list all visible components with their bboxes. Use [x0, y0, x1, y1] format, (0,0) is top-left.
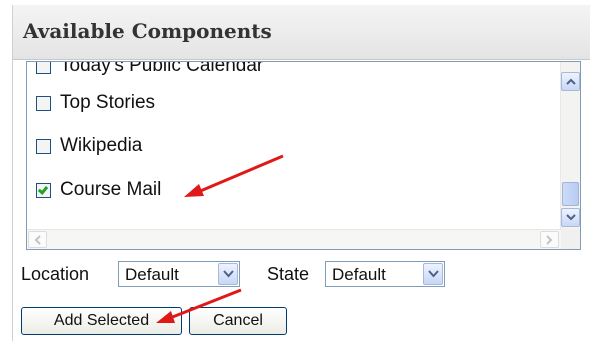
available-components-panel: Available Components Today's Public Cale…: [12, 5, 590, 341]
state-select[interactable]: Default: [325, 261, 445, 287]
list-item-label: Wikipedia: [60, 135, 143, 156]
checkbox[interactable]: [36, 183, 51, 198]
chevron-up-icon: [566, 78, 576, 85]
scroll-thumb[interactable]: [562, 182, 579, 206]
scroll-up-button[interactable]: [561, 72, 580, 91]
components-listbox[interactable]: Today's Public Calendar Top Stories Wiki…: [26, 61, 581, 250]
list-item-label: Today's Public Calendar: [60, 62, 264, 76]
location-select[interactable]: Default: [118, 261, 240, 287]
top-edge: [0, 0, 595, 4]
check-icon: [37, 184, 49, 195]
checkbox[interactable]: [36, 96, 51, 111]
vertical-scrollbar[interactable]: [560, 62, 580, 229]
horizontal-scrollbar[interactable]: [27, 229, 561, 249]
list-item[interactable]: Today's Public Calendar: [27, 62, 561, 89]
location-label: Location: [21, 264, 90, 284]
chevron-right-icon: [546, 235, 553, 245]
cancel-button[interactable]: Cancel: [189, 307, 287, 335]
scroll-right-button[interactable]: [540, 231, 559, 248]
scroll-down-button[interactable]: [561, 208, 580, 227]
chevron-left-icon: [34, 235, 41, 245]
list-item[interactable]: Wikipedia: [27, 129, 561, 169]
add-selected-button[interactable]: Add Selected: [21, 307, 182, 335]
list-item-label: Top Stories: [60, 92, 156, 113]
controls-row: Location Default State Default: [21, 261, 581, 287]
panel-title: Available Components: [23, 19, 272, 43]
scroll-corner: [561, 229, 580, 249]
list-item[interactable]: Top Stories: [27, 86, 561, 126]
list-item[interactable]: Course Mail: [27, 173, 561, 213]
state-dropdown-button[interactable]: [423, 263, 443, 285]
list-viewport: Today's Public Calendar Top Stories Wiki…: [27, 62, 561, 229]
scroll-left-button[interactable]: [28, 231, 47, 248]
chevron-down-icon: [566, 214, 576, 221]
chevron-down-icon: [223, 270, 234, 278]
list-item-label: Course Mail: [60, 179, 162, 200]
chevron-down-icon: [428, 270, 439, 278]
location-select-value: Default: [125, 265, 179, 284]
state-select-value: Default: [332, 265, 386, 284]
panel-header: Available Components: [13, 5, 590, 60]
checkbox[interactable]: [36, 62, 51, 74]
state-label: State: [267, 264, 310, 284]
location-dropdown-button[interactable]: [218, 263, 238, 285]
checkbox[interactable]: [36, 139, 51, 154]
